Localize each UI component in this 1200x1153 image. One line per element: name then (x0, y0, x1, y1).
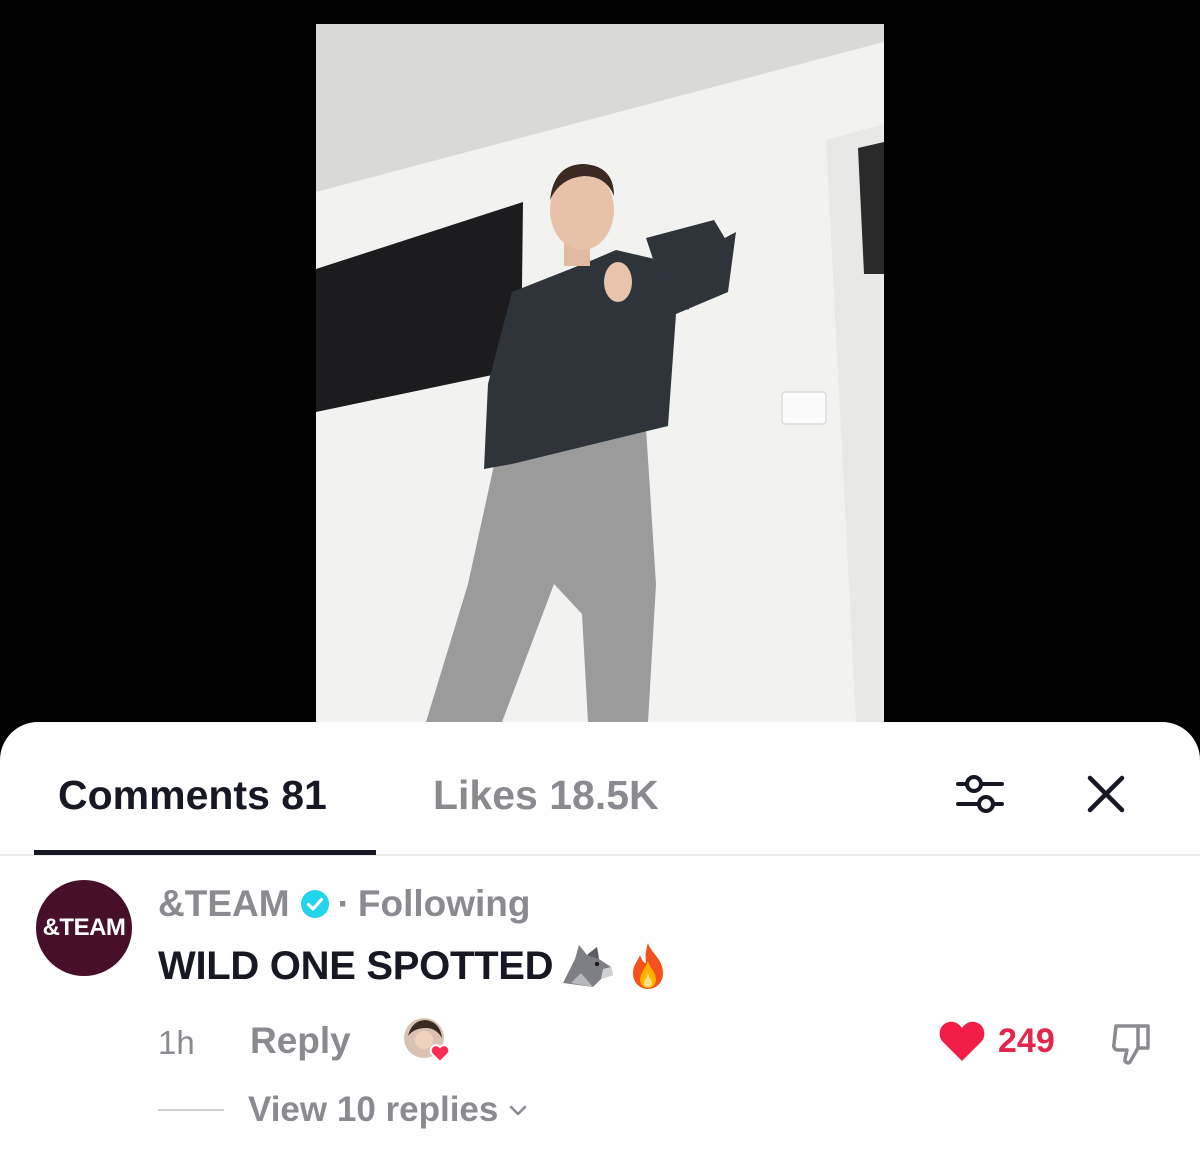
view-replies-label: View 10 replies (248, 1090, 499, 1129)
tab-comments[interactable]: Comments 81 (58, 772, 327, 818)
active-tab-indicator (34, 850, 376, 855)
video-player[interactable] (0, 0, 1200, 722)
avatar-logo-text: &TEAM (42, 914, 126, 941)
comment-meta: 1h Reply 249 (158, 1016, 1168, 1066)
fire-emoji-icon (633, 943, 664, 989)
video-frame[interactable] (316, 24, 884, 722)
like-button[interactable]: 249 (938, 1016, 1055, 1066)
avatar[interactable]: &TEAM (36, 880, 132, 976)
creator-liked-avatar (404, 1018, 451, 1064)
reply-button[interactable]: Reply (250, 1020, 351, 1062)
chevron-down-icon (510, 1105, 527, 1116)
comment-body: WILD ONE SPOTTED (158, 939, 675, 993)
tab-likes[interactable]: Likes 18.5K (433, 772, 659, 818)
close-icon[interactable] (1078, 766, 1134, 822)
comment-header: &TEAM · Following (158, 882, 531, 926)
follow-status[interactable]: Following (358, 883, 531, 925)
wolf-emoji-icon (563, 945, 614, 987)
like-count: 249 (998, 1021, 1055, 1060)
comment-username[interactable]: &TEAM (158, 883, 290, 925)
comment-timestamp: 1h (158, 1024, 195, 1061)
comment-text: WILD ONE SPOTTED (158, 943, 554, 988)
comments-panel: Comments 81 Likes 18.5K &TEAM &TEAM · Fo… (0, 722, 1200, 1153)
replies-divider-line (158, 1109, 224, 1111)
panel-tabs: Comments 81 Likes 18.5K (0, 722, 1200, 856)
separator-dot: · (337, 883, 350, 924)
sliders-icon[interactable] (952, 766, 1008, 822)
verified-badge-icon (300, 890, 329, 918)
thumbs-down-icon[interactable] (1108, 1018, 1156, 1066)
video-still-image (316, 24, 884, 722)
heart-icon (939, 1021, 985, 1061)
view-replies-button[interactable]: View 10 replies (158, 1090, 530, 1130)
